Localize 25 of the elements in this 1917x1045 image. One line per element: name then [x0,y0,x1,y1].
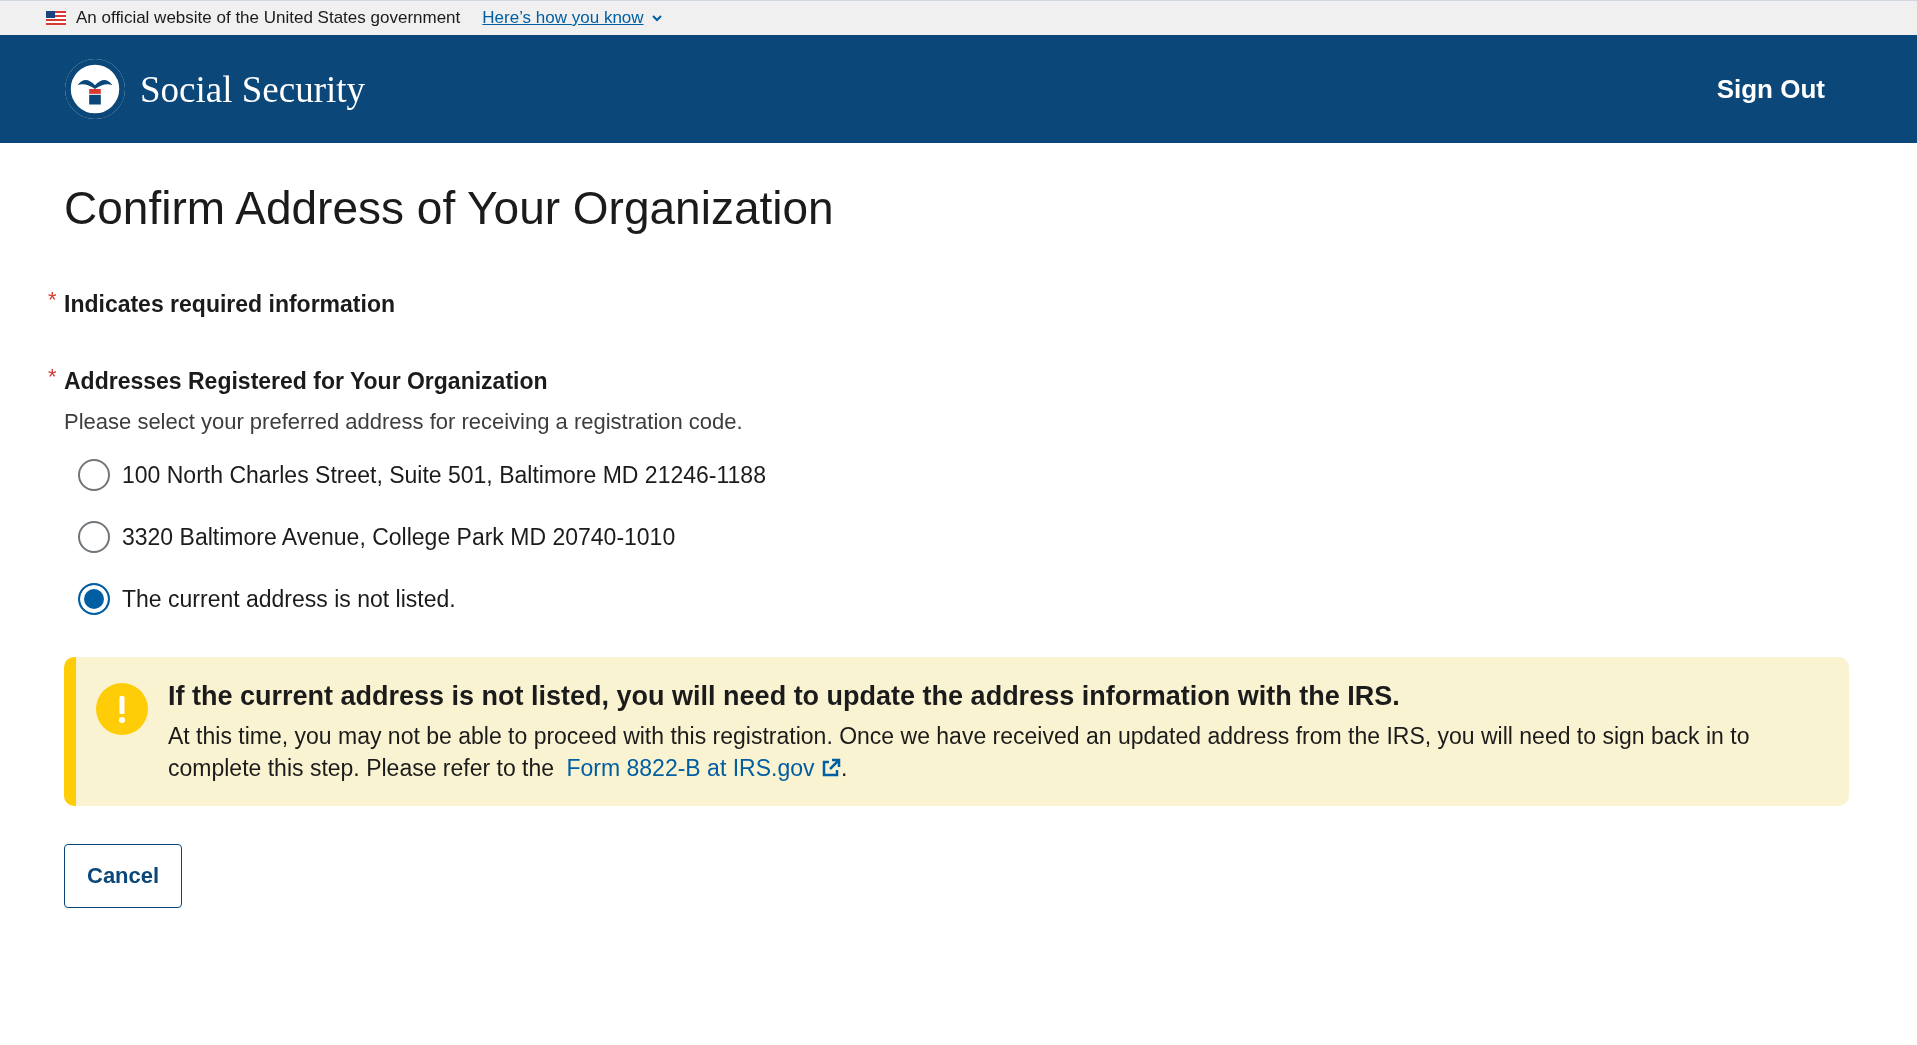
address-group-label: Addresses Registered for Your Organization [64,368,548,395]
alert-heading: If the current address is not listed, you will need to update the address information with the IRS. [168,681,1401,712]
alert-text: At this time, you may not be able to proceed with this registration. Once we have received an updated address from the IRS, you will need to sign back in to complete this step. Please refer to the Form 8822-B at IRS.gov . [168,722,1751,783]
address-option-label[interactable]: The current address is not listed. [122,581,456,617]
required-asterisk: * [48,291,58,309]
how-you-know-link[interactable]: Here’s how you know [482,8,644,28]
radio-button[interactable] [78,583,110,615]
address-option-label[interactable]: 3320 Baltimore Avenue, College Park MD 20740-1010 [122,519,676,555]
seal-logo-icon[interactable] [64,58,126,120]
chevron-down-icon[interactable] [651,14,662,22]
address-option-label[interactable]: 100 North Charles Street, Suite 501, Baltimore MD 21246-1188 [122,457,766,493]
site-title[interactable]: Social Security [140,67,366,111]
form-link[interactable]: Form 8822-B at IRS.gov [566,755,841,781]
radio-button[interactable] [78,459,110,491]
gov-banner-text: An official website of the United States government [76,8,461,28]
sign-out-link[interactable]: Sign Out [1716,73,1825,105]
external-link-icon[interactable] [820,758,841,778]
hint-text: Please select your preferred address for receiving a registration code. [64,409,744,435]
flag-icon [46,11,66,25]
warning-icon [96,683,148,735]
required-note: Indicates required information [64,291,395,318]
page-title: Confirm Address of Your Organization [64,181,835,235]
cancel-button[interactable]: Cancel [64,844,183,908]
required-asterisk: * [48,368,58,386]
radio-button[interactable] [78,521,110,553]
